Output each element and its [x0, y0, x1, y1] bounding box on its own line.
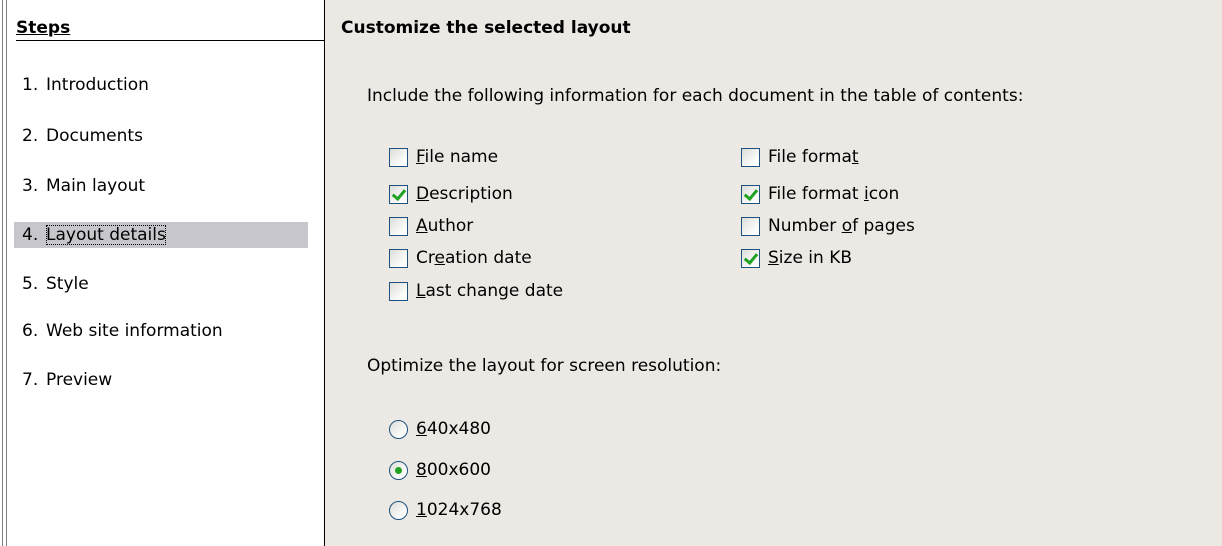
author-label: Author — [416, 216, 473, 236]
step-web-site-information[interactable]: 6. Web site information — [14, 318, 308, 344]
resolution-640x480-radio[interactable]: 640x480 — [389, 416, 491, 442]
step-style[interactable]: 5. Style — [14, 271, 308, 297]
label-mnemonic: 8 — [416, 460, 427, 480]
step-number: 3. — [22, 176, 39, 196]
checkbox-box[interactable] — [741, 248, 760, 268]
creation-date-label: Creation date — [416, 248, 532, 268]
checkbox-box[interactable] — [741, 216, 760, 236]
label-mnemonic: e — [434, 248, 445, 268]
label-part: con — [868, 184, 900, 204]
resolution-640x480-label: 640x480 — [416, 419, 491, 439]
number-of-pages-label: Number of pages — [768, 216, 915, 236]
checkbox-box[interactable] — [389, 248, 408, 268]
label-part: ize in KB — [778, 248, 853, 268]
step-number: 1. — [22, 75, 39, 95]
label-part: File format — [768, 184, 864, 204]
steps-heading-text-end: s — [60, 18, 71, 38]
label-mnemonic: S — [768, 248, 779, 268]
label-part: ation date — [444, 248, 532, 268]
resolution-800x600-radio[interactable]: 800x600 — [389, 457, 491, 483]
steps-pane: Steps 1. Introduction 2. Documents 3. Main … — [12, 0, 336, 546]
label-part: Number — [768, 216, 842, 236]
file-name-checkbox[interactable]: File name — [389, 145, 498, 169]
step-introduction[interactable]: 1. Introduction — [14, 72, 308, 98]
label-part: uthor — [427, 216, 474, 236]
step-label: Web site information — [46, 321, 223, 341]
label-part: ile name — [424, 147, 499, 167]
file-format-checkbox[interactable]: File format — [741, 145, 859, 169]
radio-circle[interactable] — [389, 419, 408, 439]
description-label: Description — [416, 184, 513, 204]
main-pane: Customize the selected layout Include th… — [325, 0, 1222, 546]
checkbox-box[interactable] — [389, 147, 408, 167]
step-label: Preview — [46, 370, 113, 390]
step-label: Main layout — [46, 176, 146, 196]
description-checkbox[interactable]: Description — [389, 182, 513, 206]
step-number: 2. — [22, 126, 39, 146]
label-part: 00x600 — [426, 460, 491, 480]
step-main-layout[interactable]: 3. Main layout — [14, 173, 308, 199]
label-part: 40x480 — [426, 419, 491, 439]
file-name-label: File name — [416, 147, 498, 167]
step-documents[interactable]: 2. Documents — [14, 123, 308, 149]
size-in-kb-label: Size in KB — [768, 248, 852, 268]
step-preview[interactable]: 7. Preview — [14, 367, 308, 393]
checkbox-box[interactable] — [389, 184, 408, 204]
resolution-1024x768-radio[interactable]: 1024x768 — [389, 497, 502, 523]
checkbox-box[interactable] — [389, 281, 408, 301]
step-number: 5. — [22, 274, 39, 294]
label-part: escription — [429, 184, 513, 204]
step-layout-details[interactable]: 4. Layout details — [14, 222, 308, 248]
label-part: 024x768 — [426, 500, 502, 520]
author-checkbox[interactable]: Author — [389, 214, 473, 238]
steps-heading-mnemonic: p — [47, 18, 61, 38]
step-label: Introduction — [46, 75, 149, 95]
resolution-1024x768-label: 1024x768 — [416, 500, 502, 520]
steps-heading: Steps — [16, 18, 336, 41]
step-number: 6. — [22, 321, 39, 341]
number-of-pages-checkbox[interactable]: Number of pages — [741, 214, 915, 238]
window-border-outer — [2, 0, 3, 546]
file-format-label: File format — [768, 147, 859, 167]
window-border-inner — [6, 0, 7, 546]
resolution-instruction: Optimize the layout for screen resolutio… — [367, 356, 722, 376]
label-mnemonic: 6 — [416, 419, 427, 439]
radio-circle[interactable] — [389, 460, 408, 480]
checkbox-box[interactable] — [389, 216, 408, 236]
label-part: f pages — [852, 216, 915, 236]
checkbox-box[interactable] — [741, 147, 760, 167]
step-label: Layout details — [46, 225, 166, 245]
step-label: Documents — [46, 126, 143, 146]
creation-date-checkbox[interactable]: Creation date — [389, 246, 532, 270]
label-part: File forma — [768, 147, 852, 167]
label-mnemonic: F — [416, 147, 425, 167]
checkbox-box[interactable] — [741, 184, 760, 204]
label-mnemonic: t — [851, 147, 859, 167]
page-title: Customize the selected layout — [341, 18, 631, 38]
step-number: 7. — [22, 370, 39, 390]
label-mnemonic: 1 — [416, 500, 427, 520]
file-format-icon-label: File format icon — [768, 184, 899, 204]
step-number: 4. — [22, 225, 39, 245]
label-part: Cr — [416, 248, 435, 268]
radio-circle[interactable] — [389, 500, 408, 520]
step-label: Style — [46, 274, 89, 294]
label-mnemonic: D — [416, 184, 430, 204]
last-change-date-label: Last change date — [416, 281, 563, 301]
label-part: ast change date — [425, 281, 564, 301]
file-format-icon-checkbox[interactable]: File format icon — [741, 182, 899, 206]
steps-heading-text: Ste — [16, 18, 48, 38]
include-instruction: Include the following information for ea… — [367, 86, 1024, 106]
resolution-800x600-label: 800x600 — [416, 460, 491, 480]
size-in-kb-checkbox[interactable]: Size in KB — [741, 246, 852, 270]
label-mnemonic: o — [841, 216, 853, 236]
last-change-date-checkbox[interactable]: Last change date — [389, 279, 563, 303]
label-mnemonic: A — [416, 216, 428, 236]
